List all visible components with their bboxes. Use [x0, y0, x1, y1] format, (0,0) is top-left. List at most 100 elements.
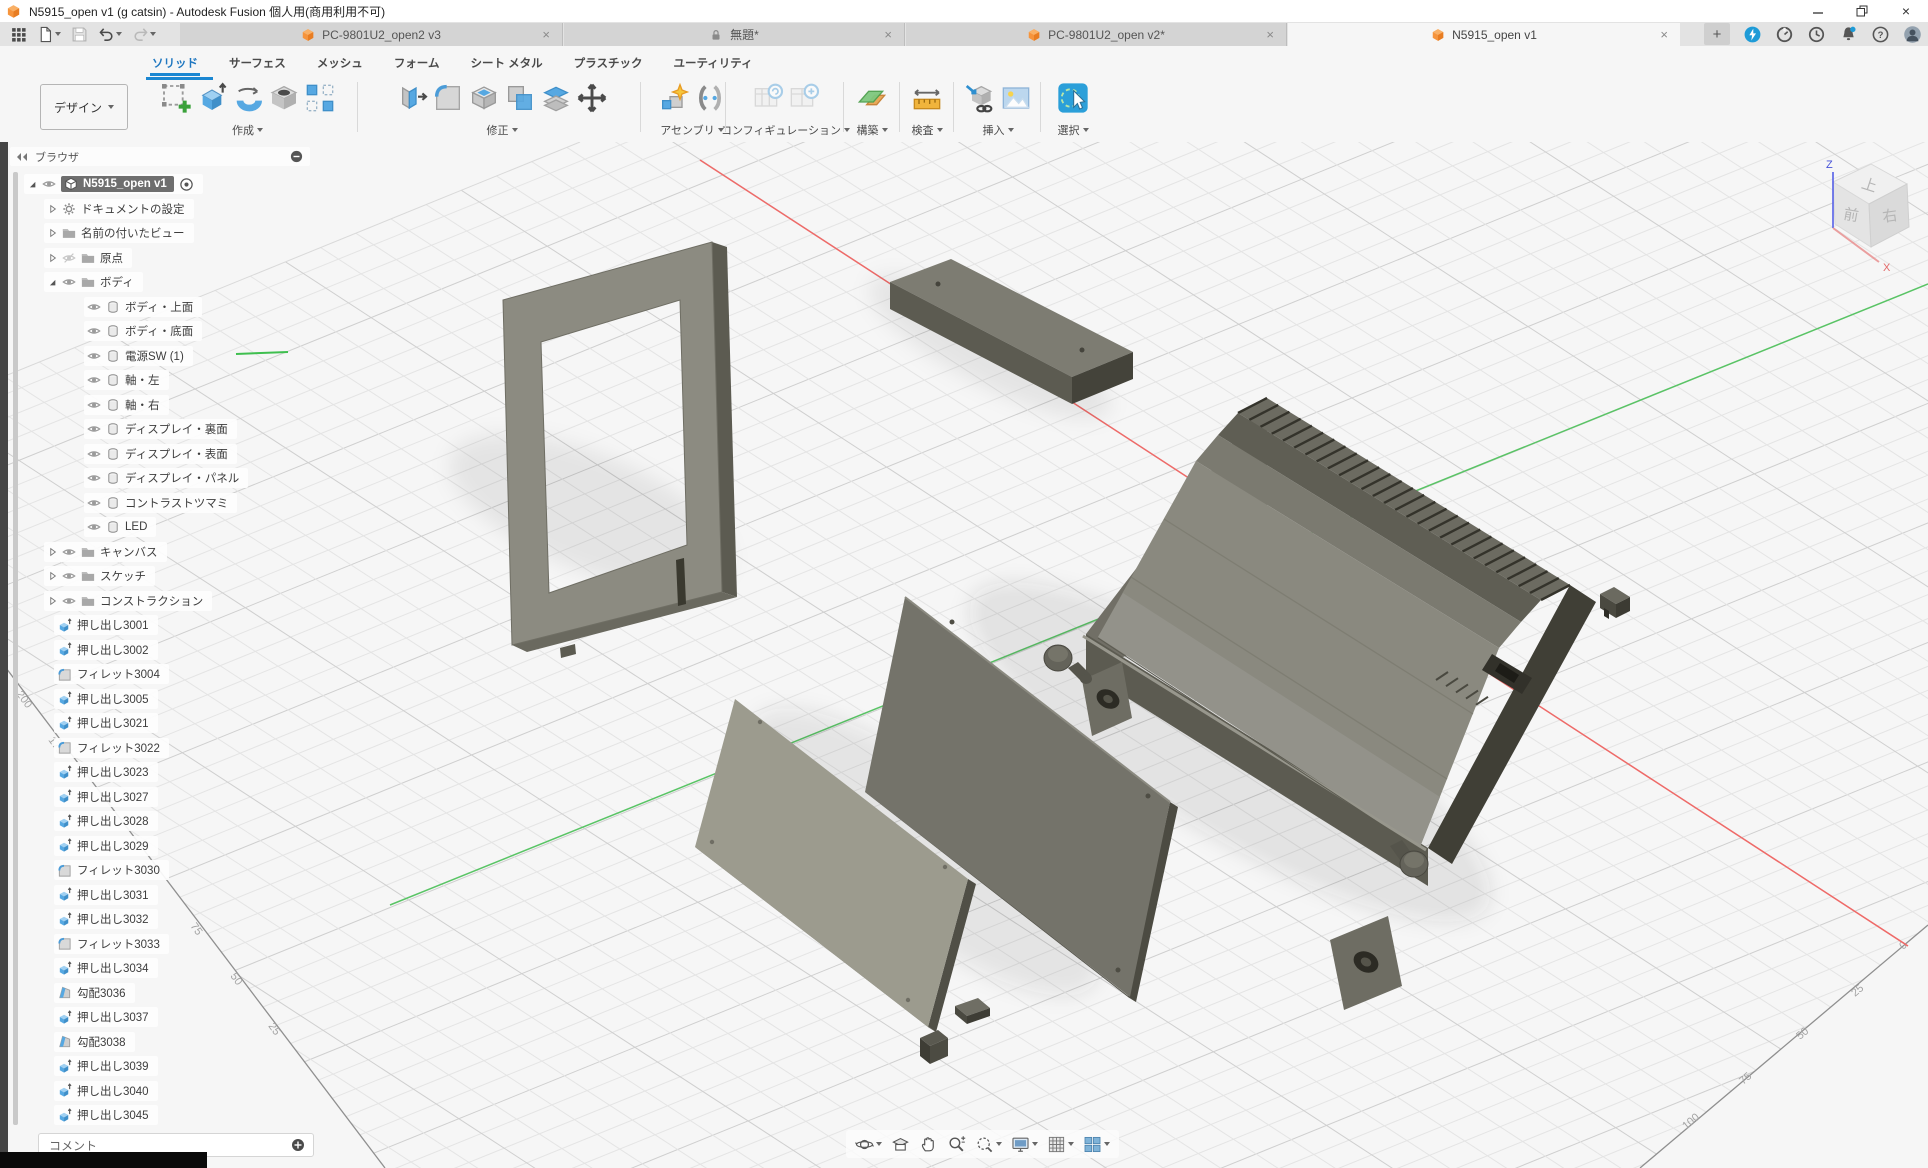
construct-plane-icon[interactable] — [856, 82, 888, 114]
browser-scrollbar[interactable] — [13, 172, 18, 1125]
browser-tree-item[interactable]: 押し出し3021 — [54, 713, 158, 733]
visibility-eye-icon[interactable] — [87, 496, 101, 510]
help-icon[interactable]: ? — [1871, 25, 1890, 44]
browser-tree-item[interactable]: 勾配3038 — [54, 1032, 135, 1052]
browser-tree-item[interactable]: N5915_open v1 — [24, 174, 203, 194]
display-settings-button[interactable] — [1008, 1133, 1041, 1156]
job-status-icon[interactable] — [1775, 25, 1794, 44]
joint-icon[interactable] — [694, 82, 726, 114]
insert-derive-icon[interactable] — [964, 82, 996, 114]
visibility-eye-icon[interactable] — [62, 594, 76, 608]
fit-button[interactable] — [972, 1133, 1005, 1156]
extrude-icon[interactable] — [196, 82, 228, 114]
pan-button[interactable] — [916, 1133, 941, 1156]
browser-tree-item[interactable]: 押し出し3005 — [54, 689, 158, 709]
visibility-eye-off-icon[interactable] — [62, 251, 76, 265]
app-launcher-button[interactable] — [8, 25, 29, 44]
document-tab[interactable]: N5915_open v1× — [1288, 23, 1680, 46]
browser-tree-item[interactable]: 押し出し3002 — [54, 640, 158, 660]
viewport-canvas[interactable]: 2001757550250255075100 — [0, 142, 1928, 1168]
ribbon-group-label[interactable]: コンフィギュレーション — [721, 122, 850, 138]
browser-tree-item[interactable]: 押し出し3040 — [54, 1081, 158, 1101]
insert-canvas-icon[interactable] — [1000, 82, 1032, 114]
collapse-arrow-icon[interactable] — [47, 253, 57, 263]
browser-tree-item[interactable]: キャンバス — [44, 542, 167, 562]
browser-tree-item[interactable]: 押し出し3031 — [54, 885, 158, 905]
ribbon-tab-ユーティリティ[interactable]: ユーティリティ — [671, 49, 754, 76]
expand-arrow-icon[interactable] — [47, 277, 57, 287]
account-icon[interactable] — [1903, 25, 1922, 44]
ribbon-tab-サーフェス[interactable]: サーフェス — [227, 49, 288, 76]
ribbon-tab-フォーム[interactable]: フォーム — [392, 49, 442, 76]
workspace-selector[interactable]: デザイン — [40, 84, 128, 130]
browser-tree-item[interactable]: 押し出し3029 — [54, 836, 158, 856]
config-table-icon[interactable] — [752, 82, 784, 114]
browser-header[interactable]: ブラウザ — [10, 147, 310, 166]
ribbon-tab-ソリッド[interactable]: ソリッド — [150, 49, 200, 76]
browser-tree-item[interactable]: LED — [84, 517, 156, 537]
close-tab-icon[interactable]: × — [884, 27, 892, 42]
close-tab-icon[interactable]: × — [542, 27, 550, 42]
browser-tree-item[interactable]: 押し出し3045 — [54, 1105, 158, 1125]
redo-button[interactable] — [130, 25, 158, 44]
pattern-icon[interactable] — [304, 82, 336, 114]
document-tab[interactable]: PC-9801U2_open2 v3× — [180, 23, 563, 46]
collapse-arrow-icon[interactable] — [47, 228, 57, 238]
browser-tree-item[interactable]: フィレット3004 — [54, 664, 169, 684]
ribbon-group-label[interactable]: 挿入 — [983, 122, 1014, 138]
browser-tree-item[interactable]: 押し出し3039 — [54, 1056, 158, 1076]
browser-tree-item[interactable]: コントラストツマミ — [84, 493, 237, 513]
viewports-button[interactable] — [1080, 1133, 1113, 1156]
press-pull-icon[interactable] — [396, 82, 428, 114]
grid-layout-button[interactable] — [1044, 1133, 1077, 1156]
selected-item-chip[interactable]: N5915_open v1 — [61, 176, 174, 192]
window-close-button[interactable]: × — [1884, 0, 1928, 22]
browser-tree-item[interactable]: スケッチ — [44, 566, 155, 586]
browser-tree-item[interactable]: 原点 — [44, 248, 132, 268]
ribbon-tab-シート メタル[interactable]: シート メタル — [468, 49, 544, 76]
move-icon[interactable] — [576, 82, 608, 114]
ribbon-group-label[interactable]: アセンブリ — [660, 122, 723, 138]
browser-tree-item[interactable]: 勾配3036 — [54, 983, 135, 1003]
orbit-button[interactable] — [852, 1133, 885, 1156]
visibility-eye-icon[interactable] — [87, 471, 101, 485]
browser-tree-item[interactable]: 軸・右 — [84, 395, 169, 415]
browser-tree-item[interactable]: 押し出し3032 — [54, 909, 158, 929]
browser-tree-item[interactable]: 押し出し3037 — [54, 1007, 158, 1027]
browser-tree-item[interactable]: フィレット3022 — [54, 738, 169, 758]
config-insert-icon[interactable] — [788, 82, 820, 114]
collapse-arrow-icon[interactable] — [47, 204, 57, 214]
browser-tree-item[interactable]: 電源SW (1) — [84, 346, 193, 366]
visibility-eye-icon[interactable] — [87, 324, 101, 338]
ribbon-group-label[interactable]: 選択 — [1058, 122, 1089, 138]
look-at-button[interactable] — [888, 1133, 913, 1156]
visibility-eye-icon[interactable] — [87, 447, 101, 461]
visibility-eye-icon[interactable] — [62, 569, 76, 583]
extensions-icon[interactable] — [1743, 25, 1762, 44]
window-restore-button[interactable] — [1840, 0, 1884, 22]
file-menu-button[interactable] — [35, 25, 63, 44]
close-tab-icon[interactable]: × — [1660, 27, 1668, 42]
notifications-icon[interactable] — [1839, 25, 1858, 44]
expand-arrow-icon[interactable] — [27, 179, 37, 189]
select-tool-icon[interactable] — [1057, 82, 1089, 114]
collapse-arrow-icon[interactable] — [47, 596, 57, 606]
create-sketch-icon[interactable] — [160, 82, 192, 114]
ribbon-group-label[interactable]: 作成 — [232, 122, 263, 138]
fillet-icon[interactable] — [432, 82, 464, 114]
split-icon[interactable] — [540, 82, 572, 114]
document-tab[interactable]: PC-9801U2_open v2*× — [906, 23, 1287, 46]
visibility-eye-icon[interactable] — [62, 545, 76, 559]
zoom-button[interactable] — [944, 1133, 969, 1156]
collapse-panel-icon[interactable] — [16, 152, 28, 162]
collapse-arrow-icon[interactable] — [47, 547, 57, 557]
window-minimize-button[interactable] — [1796, 0, 1840, 22]
browser-tree-item[interactable]: 押し出し3001 — [54, 615, 158, 635]
hole-icon[interactable] — [268, 82, 300, 114]
browser-tree-item[interactable]: ボディ — [44, 272, 143, 292]
browser-tree-item[interactable]: 押し出し3034 — [54, 958, 158, 978]
version-history-icon[interactable] — [1807, 25, 1826, 44]
activate-radio-icon[interactable] — [179, 177, 194, 192]
browser-tree-item[interactable]: ディスプレイ・表面 — [84, 444, 237, 464]
browser-tree-item[interactable]: 軸・左 — [84, 370, 169, 390]
